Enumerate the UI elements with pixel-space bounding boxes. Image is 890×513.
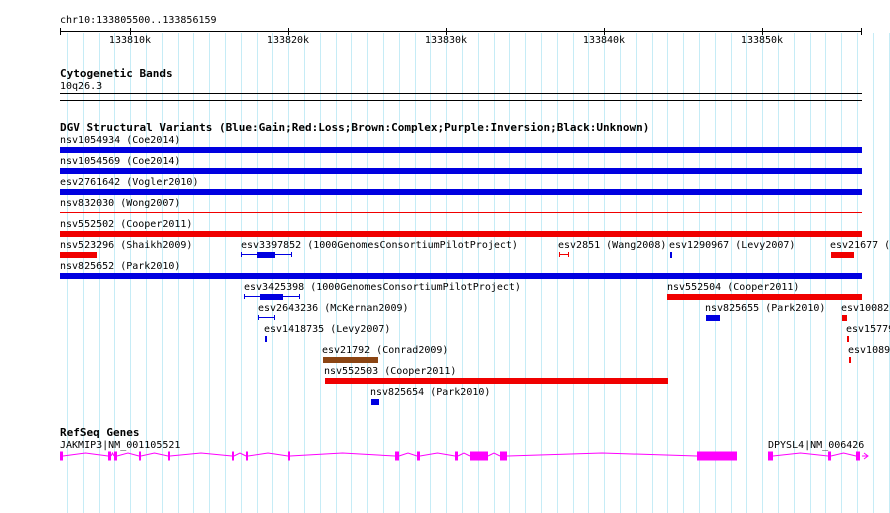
jakmip3-intron: [116, 452, 140, 457]
jakmip3-exon[interactable]: [108, 451, 111, 461]
jakmip3-exon[interactable]: [60, 451, 63, 461]
dpysl4-exon[interactable]: [856, 451, 860, 461]
jakmip3-exon[interactable]: [288, 451, 290, 461]
jakmip3-intron: [398, 452, 418, 457]
jakmip3-intron: [247, 452, 289, 457]
jakmip3-intron: [110, 451, 115, 457]
dpysl4-intron: [772, 452, 829, 457]
jakmip3-intron: [457, 452, 471, 457]
jakmip3-intron: [506, 452, 698, 457]
jakmip3-exon[interactable]: [697, 451, 737, 461]
jakmip3-exon[interactable]: [232, 451, 234, 461]
jakmip3-intron: [169, 452, 233, 457]
jakmip3-intron: [233, 452, 247, 457]
jakmip3-exon[interactable]: [455, 451, 458, 461]
jakmip3-exon[interactable]: [500, 451, 507, 461]
jakmip3-intron: [487, 452, 501, 457]
jakmip3-intron: [140, 452, 169, 457]
jakmip3-exon[interactable]: [395, 451, 399, 461]
jakmip3-intron: [289, 452, 396, 457]
jakmip3-exon[interactable]: [139, 451, 141, 461]
refseq-gene-models[interactable]: [0, 0, 890, 513]
dpysl4-intron: [830, 452, 857, 457]
jakmip3-exon[interactable]: [470, 451, 488, 461]
dpysl4-exon[interactable]: [768, 451, 773, 461]
jakmip3-intron: [419, 452, 456, 457]
jakmip3-exon[interactable]: [114, 451, 117, 461]
dpysl4-exon[interactable]: [828, 451, 831, 461]
jakmip3-exon[interactable]: [168, 451, 170, 461]
jakmip3-intron: [62, 452, 109, 457]
jakmip3-exon[interactable]: [417, 451, 420, 461]
jakmip3-exon[interactable]: [246, 451, 248, 461]
